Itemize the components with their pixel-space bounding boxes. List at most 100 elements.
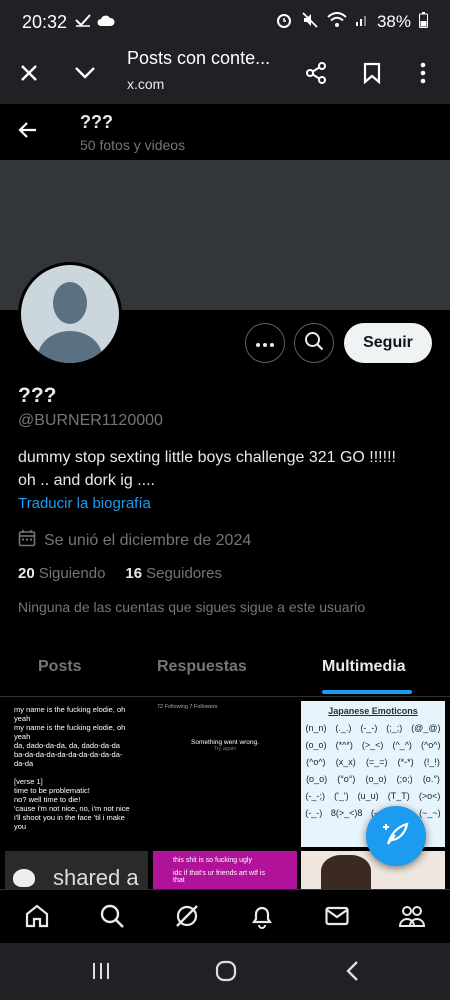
- following-link[interactable]: 20 Siguiendo: [18, 565, 105, 582]
- text-post-line: idc if that's ur friends art wtf is that: [173, 870, 265, 884]
- alarm-icon: [275, 11, 293, 34]
- emoticon-row: (-_-;) ('_') (u_u) (T_T) (>o<): [301, 791, 445, 801]
- status-time: 20:32: [22, 11, 68, 32]
- media-thumbnail-shared[interactable]: shared a: [5, 851, 148, 889]
- browser-chrome: 20:32 38% Posts con conte... x.com: [0, 0, 450, 104]
- cloud-icon: [97, 12, 115, 32]
- chevron-down-icon[interactable]: [70, 58, 100, 88]
- lyrics-text: my name is the fucking elodie, oh yeah my …: [0, 699, 149, 837]
- more-horizontal-icon: [256, 334, 274, 352]
- photo-subject: [321, 855, 371, 889]
- lyrics-line: yeah: [14, 714, 31, 723]
- media-thumbnail-screenshot[interactable]: 72 Following 7 Followers Something went …: [151, 699, 299, 847]
- emoticon: (-_-): [360, 723, 378, 733]
- emoticon: (*^*): [335, 740, 353, 750]
- active-tab-indicator: [322, 690, 412, 694]
- lyrics-line: i'll shoot you in the face 'til i make y…: [14, 813, 125, 831]
- emoticon: (o_o): [365, 774, 387, 784]
- more-options-button[interactable]: [245, 323, 285, 363]
- close-icon[interactable]: [14, 58, 44, 88]
- lyrics-line: ba-da-da-da-da-da-da-da-da-da-: [14, 750, 123, 759]
- followers-link[interactable]: 16 Seguidores: [125, 565, 222, 582]
- search-profile-button[interactable]: [294, 323, 334, 363]
- emoticon: (*-*): [397, 757, 414, 767]
- status-bar: 20:32 38%: [0, 0, 450, 44]
- tab-replies[interactable]: Respuestas: [157, 658, 247, 676]
- compose-post-button[interactable]: [366, 806, 426, 866]
- avatar[interactable]: [18, 262, 122, 366]
- compose-feather-icon: [382, 820, 410, 853]
- profile-top-bar: ??? 50 fotos y videos: [0, 104, 450, 160]
- back-arrow-icon[interactable]: [16, 118, 44, 146]
- emoticon: (u_u): [357, 791, 379, 801]
- recent-apps-icon[interactable]: [87, 957, 115, 985]
- joined-date: Se unió el diciembre de 2024: [18, 529, 251, 552]
- bio-line: dummy stop sexting little boys challenge…: [18, 449, 396, 466]
- lyrics-line: my name is the fucking elodie, oh: [14, 705, 126, 714]
- shared-caption: shared a: [53, 865, 139, 889]
- emoticon: (=_=): [365, 757, 388, 767]
- more-vert-icon[interactable]: [408, 58, 438, 88]
- emoticon: (o_o): [305, 740, 327, 750]
- emoticon: (;o;): [396, 774, 413, 784]
- lyrics-line: da, dado-da-da, da, dado-da-da: [14, 741, 120, 750]
- emoticon: (n_n): [305, 723, 327, 733]
- emoticon: (x_x): [335, 757, 356, 767]
- joined-text: Se unió el diciembre de 2024: [44, 531, 252, 549]
- mutual-followers-note: Ninguna de las cuentas que sigues sigue …: [18, 599, 366, 615]
- media-thumbnail-text[interactable]: this shit is so fucking ugly idc if that…: [153, 851, 297, 889]
- emoticon: (^o^): [421, 740, 441, 750]
- emoticon: (>o<): [418, 791, 441, 801]
- bookmark-icon[interactable]: [357, 58, 387, 88]
- notifications-bell-icon[interactable]: [247, 901, 277, 931]
- lyrics-line: 'cause i'm not nice, no, i'm not nice: [14, 804, 130, 813]
- back-nav-icon[interactable]: [339, 957, 367, 985]
- home-icon[interactable]: [22, 901, 52, 931]
- emoticon-row: (n_n) (._.) (-_-) (;_;) (@_@): [301, 723, 445, 733]
- bottom-navigation: [0, 889, 450, 943]
- text-post-line: this shit is so fucking ugly: [173, 857, 252, 864]
- rabbit-image: [13, 869, 35, 887]
- emoticon: 8(>_<)8: [330, 808, 363, 818]
- emoticon-title: Japanese Emoticons: [328, 706, 418, 716]
- profile-tabs: Posts Respuestas Multimedia: [0, 645, 450, 697]
- grok-icon[interactable]: [172, 901, 202, 931]
- emoticon: (°o°): [337, 774, 356, 784]
- emoticon: (-_-;): [305, 791, 326, 801]
- following-label: Siguiendo: [38, 565, 106, 582]
- tab-media[interactable]: Multimedia: [322, 658, 406, 676]
- messages-envelope-icon[interactable]: [322, 901, 352, 931]
- emoticon: (o_o): [306, 774, 328, 784]
- communities-icon[interactable]: [397, 901, 427, 931]
- battery-icon: [419, 11, 428, 33]
- tweet-card-meta: 72 Following 7 Followers: [157, 704, 218, 710]
- follow-button[interactable]: Seguir: [344, 323, 432, 363]
- emoticon: (-_-): [305, 808, 323, 818]
- following-count: 20: [18, 565, 35, 582]
- home-button-icon[interactable]: [212, 957, 240, 985]
- followers-count: 16: [125, 565, 143, 582]
- followers-label: Seguidores: [146, 565, 222, 582]
- emoticon-row: (^o^) (x_x) (=_=) (*-*) (!_!): [301, 757, 445, 767]
- emoticon: (o.°): [422, 774, 440, 784]
- tweet-card-text: Something went wrong.: [191, 739, 259, 746]
- default-avatar-icon: [21, 265, 119, 363]
- emoticon: (>_<): [361, 740, 384, 750]
- search-nav-icon[interactable]: [97, 901, 127, 931]
- media-thumbnail-photo[interactable]: [301, 851, 445, 889]
- emoticon: (._.): [335, 723, 352, 733]
- browser-host: x.com: [127, 76, 165, 92]
- tab-posts[interactable]: Posts: [38, 658, 82, 676]
- share-icon[interactable]: [301, 58, 331, 88]
- tweet-card-sub: Try again: [213, 746, 237, 752]
- emoticon: (!_!): [423, 757, 440, 767]
- profile-bio: dummy stop sexting little boys challenge…: [18, 446, 428, 492]
- signal-icon: [355, 12, 369, 32]
- lyrics-line: da-da: [14, 759, 34, 768]
- translate-bio-link[interactable]: Traducir la biografía: [18, 495, 151, 512]
- emoticon-row: (o_o) (°o°) (o_o) (;o;) (o.°): [301, 774, 445, 784]
- battery-text: 38%: [376, 12, 411, 31]
- media-thumbnail-lyrics[interactable]: my name is the fucking elodie, oh yeah my …: [0, 699, 149, 847]
- emoticon: (~_~): [419, 808, 441, 818]
- lyrics-line: my name is the fucking elodie, oh: [14, 723, 126, 732]
